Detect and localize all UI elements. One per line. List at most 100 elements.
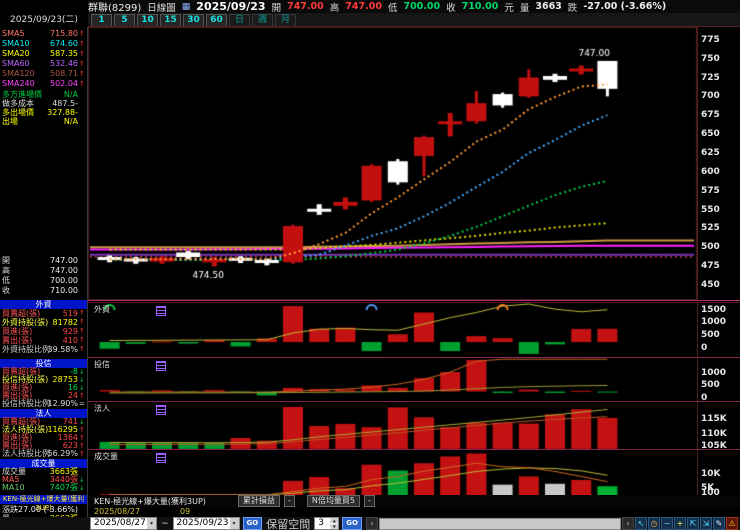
stepper-down-icon[interactable]: ▼: [330, 524, 339, 529]
sidebar-row: SMA240 502.04 ↑: [0, 79, 87, 89]
panel-label: 投信: [94, 360, 110, 369]
row-label: 賣出(張): [2, 336, 33, 345]
date-from-dropdown-icon[interactable]: ▾: [147, 518, 156, 529]
date-from-select[interactable]: 2025/08/27 ▾: [90, 517, 157, 530]
row-value: 747.00: [50, 266, 78, 275]
trend-arrow: ↑: [79, 450, 85, 458]
reserve-space-stepper[interactable]: 3 ▲ ▼: [314, 517, 340, 530]
row-label: 法人持股比例: [2, 449, 50, 458]
trend-arrow: ↑: [79, 309, 85, 317]
unit-label: 元: [504, 2, 514, 14]
strategy-minus-2[interactable]: -: [363, 495, 375, 507]
strategy-dropdown-2[interactable]: N倍均量買5: [306, 495, 360, 507]
panel-separator: [88, 449, 740, 450]
date-from-value: 2025/08/27: [94, 518, 146, 528]
period-button-月[interactable]: 月: [275, 13, 296, 27]
zoom-in-icon[interactable]: +: [674, 517, 686, 530]
x-axis-labels: 2025/08/27 09: [88, 507, 740, 517]
row-label: 外資持股比例: [2, 345, 50, 354]
strategy-title: KEN-極光線+爆大量(獲利3UP): [94, 496, 206, 506]
grid-icon[interactable]: ▦: [182, 2, 191, 12]
period-button-5[interactable]: 5: [114, 13, 135, 27]
panel-label: 法人: [94, 404, 110, 413]
x-axis-month-label: 09: [180, 507, 191, 516]
scroll-left-button[interactable]: ‹: [365, 517, 378, 530]
strategy-bar: KEN-極光線+爆大量(獲利3UP) 累計損益 - N倍均量買5 -: [88, 495, 740, 507]
strategy-dropdown-1[interactable]: 累計損益: [237, 495, 280, 507]
alert-icon[interactable]: ⚠: [726, 517, 738, 530]
trend-arrow: ↑: [79, 30, 85, 38]
period-button-週[interactable]: 週: [252, 13, 273, 27]
date-to-select[interactable]: 2025/09/23 ▾: [172, 517, 240, 530]
row-value: 410: [62, 336, 78, 345]
stepper-up-icon[interactable]: ▲: [330, 518, 339, 523]
open-value: 747.00: [287, 1, 324, 12]
row-value: 747.00: [50, 256, 78, 265]
row-label: 多出場價: [2, 108, 34, 117]
row-value: 56.29%: [47, 449, 78, 458]
period-button-1[interactable]: 1: [91, 13, 112, 27]
scroll-right-button[interactable]: ›: [622, 517, 634, 530]
period-button-日[interactable]: 日: [229, 13, 250, 27]
panel-separator: [88, 300, 740, 301]
row-value: 508.71: [50, 69, 78, 78]
row-label: 收: [2, 286, 10, 295]
chart-scrollbar[interactable]: [378, 517, 621, 530]
reserve-space-value: 3: [318, 518, 324, 528]
draw-icon[interactable]: ✎: [713, 517, 725, 530]
high-value: 747.00: [345, 1, 382, 12]
panel-settings-icon[interactable]: [156, 306, 166, 316]
reserve-space-label: 保留空間: [266, 517, 311, 530]
trust-panel[interactable]: [88, 358, 697, 402]
indicator-sidebar: SMA5 715.80 ↑ SMA10 674.60 ↑ SMA20 587.35 ↑ SMA60…: [0, 27, 88, 530]
sidebar-row: 做多成本 487.5-: [0, 99, 87, 108]
row-value: 12.90%: [47, 399, 78, 408]
sidebar-row: MA10 7407張 ↓: [0, 484, 87, 493]
change-label: 跌: [567, 2, 578, 14]
panel-separator: [88, 357, 740, 358]
trend-arrow: ↑: [79, 392, 85, 400]
trend-arrow: ↑: [79, 434, 85, 442]
panel-tick: 105K: [701, 441, 727, 451]
period-button-60[interactable]: 60: [206, 13, 227, 27]
row-label: 投信持股比例: [2, 399, 50, 408]
cursor-icon[interactable]: ↖: [635, 517, 647, 530]
go-button[interactable]: GO: [242, 517, 263, 530]
go-button-2[interactable]: GO: [342, 517, 362, 530]
date-to-dropdown-icon[interactable]: ▾: [229, 518, 239, 529]
foreign-investor-panel[interactable]: [88, 303, 697, 358]
price-tick: 550: [701, 204, 720, 215]
shrink-icon[interactable]: ⇲: [700, 517, 712, 530]
panel-label: 成交量: [94, 452, 118, 461]
panel-settings-icon[interactable]: [156, 453, 166, 463]
institution-panel[interactable]: [88, 402, 697, 450]
row-value: 39.58%: [47, 345, 78, 354]
row-value: 929: [62, 327, 78, 336]
row-label: 買賣超(張): [2, 309, 41, 318]
sidebar-row: 法人持股比例 56.29% ↑: [0, 449, 87, 459]
sidebar-row: 外資持股(張) 81782 ↑: [0, 318, 87, 327]
period-button-30[interactable]: 30: [183, 13, 204, 27]
trend-arrow: ↓: [79, 484, 85, 492]
panel-settings-icon[interactable]: [156, 405, 166, 415]
price-tick: 775: [701, 34, 720, 45]
chart-type-label: 日線圖: [147, 2, 176, 14]
expand-icon[interactable]: ⇱: [687, 517, 699, 530]
strategy-minus-1[interactable]: -: [283, 495, 295, 507]
panel-settings-icon[interactable]: [156, 361, 166, 371]
tool-icon-tray: ↖ ◷ − + ⇱ ⇲ ✎ ⚠: [634, 517, 738, 530]
panel-tick: 0: [701, 343, 708, 354]
period-button-15[interactable]: 15: [160, 13, 181, 27]
clock-icon[interactable]: ◷: [648, 517, 660, 530]
main-candlestick-chart[interactable]: [88, 27, 697, 300]
row-label: SMA20: [2, 49, 30, 58]
volume-panel[interactable]: [88, 450, 697, 497]
trend-arrow: ↑: [79, 318, 85, 326]
period-toolbar: 1 5 10 15 30 60 日週月: [88, 13, 740, 27]
panel-separator: [88, 26, 740, 27]
sidebar-row: SMA120 508.71 ↑: [0, 69, 87, 79]
period-button-10[interactable]: 10: [137, 13, 158, 27]
sidebar-row: 漲跌 -27.00 (-3.66%): [0, 505, 87, 514]
low-label: 低: [387, 2, 398, 14]
zoom-out-icon[interactable]: −: [661, 517, 673, 530]
